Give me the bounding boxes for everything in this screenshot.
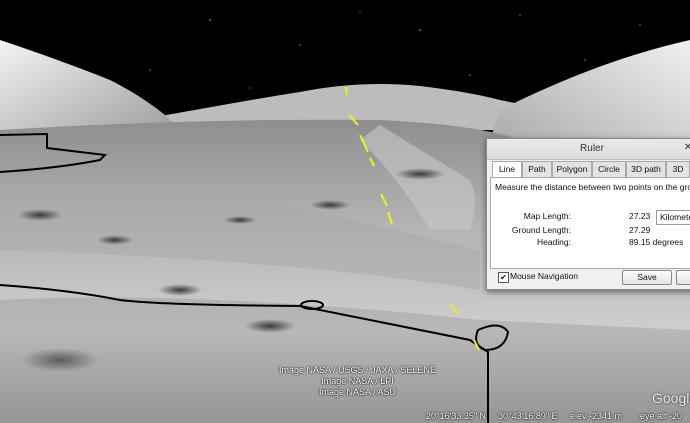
status-elevation: elev -2341 m	[570, 411, 623, 421]
ground-length-label: Ground Length:	[511, 225, 571, 235]
clear-button[interactable]	[676, 270, 690, 285]
close-icon[interactable]: ✕	[681, 141, 690, 155]
credit-line: Image NASA / ASU	[318, 387, 397, 397]
mouse-navigation-checkbox[interactable]: ✔	[498, 272, 509, 283]
mouse-navigation-label: Mouse Navigation	[510, 271, 579, 281]
ground-length-value: 27.29	[629, 225, 651, 235]
google-logo: Google	[652, 390, 690, 406]
save-button[interactable]: Save	[622, 270, 672, 285]
status-latitude: 20°16'33.35" N	[426, 411, 487, 421]
imagery-credits: Image NASA / USGS / JAXA / SELENE Image …	[250, 365, 465, 398]
credit-line: Image NASA / LPI	[321, 376, 394, 386]
heading-label: Heading:	[536, 237, 571, 247]
heading-value: 89.15 degrees	[629, 237, 684, 247]
tab-line[interactable]: Line	[492, 161, 522, 178]
ruler-title: Ruler	[580, 143, 604, 154]
status-longitude: 30°43'16.89" E	[498, 411, 558, 421]
unit-select[interactable]: Kilometers	[656, 210, 690, 225]
tab-3d-polygon[interactable]: 3D	[666, 161, 690, 177]
status-bar: 20°16'33.35" N 30°43'16.89" E elev -2341…	[0, 411, 690, 423]
map-length-value: 27.23	[629, 211, 651, 221]
ruler-dialog[interactable]: Ruler ✕ Line Path Polygon Circle 3D path…	[486, 138, 690, 290]
map-length-label: Map Length:	[523, 211, 571, 221]
tab-3d-path[interactable]: 3D path	[626, 161, 666, 177]
ruler-titlebar[interactable]: Ruler	[487, 139, 690, 160]
ruler-description: Measure the distance between two points …	[495, 182, 690, 192]
ruler-footer: ✔ Mouse Navigation Save	[490, 270, 690, 286]
tab-polygon[interactable]: Polygon	[552, 161, 592, 177]
credit-line: Image NASA / USGS / JAXA / SELENE	[278, 365, 437, 375]
status-eye-altitude: eye alt -20	[640, 411, 683, 421]
ruler-line-panel: Measure the distance between two points …	[490, 177, 690, 269]
tab-circle[interactable]: Circle	[592, 161, 626, 177]
tab-path[interactable]: Path	[522, 161, 552, 177]
